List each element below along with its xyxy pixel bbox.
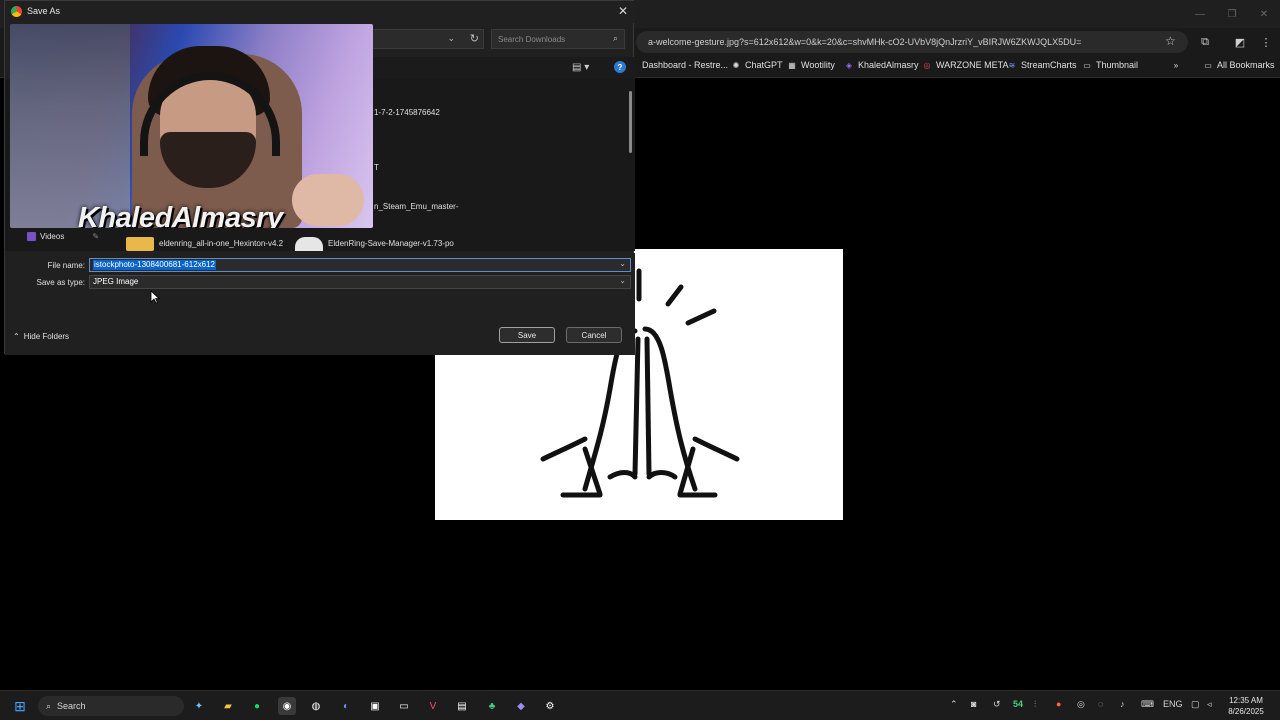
tray-app-icon[interactable]: ● xyxy=(1056,699,1061,709)
webcam-background xyxy=(10,24,130,228)
videos-icon xyxy=(27,232,36,241)
discord-icon[interactable]: ◐ xyxy=(337,697,355,715)
chrome-taskbar-icon[interactable]: ◉ xyxy=(278,697,296,715)
keyboard-icon[interactable]: ⌨ xyxy=(1141,699,1154,710)
valorant-icon[interactable]: V xyxy=(424,697,442,715)
bookmark-wootility[interactable]: ▦ Wootility xyxy=(787,60,835,70)
window-controls: — ❐ ✕ xyxy=(1184,0,1280,28)
copilot-icon[interactable]: ✦ xyxy=(190,697,208,715)
dialog-close-icon[interactable]: ✕ xyxy=(615,3,631,19)
mouse-cursor-icon xyxy=(150,290,160,304)
tray-overflow-chevron-icon[interactable]: ⌃ xyxy=(950,699,958,710)
chevron-down-icon[interactable]: ⌄ xyxy=(447,33,455,44)
tray-number[interactable]: 54 xyxy=(1013,699,1023,709)
chevron-down-icon[interactable]: ⌄ xyxy=(619,276,626,285)
bookmark-khaledalmasry[interactable]: ◈ KhaledAlmasry xyxy=(844,60,919,70)
chatgpt-icon: ✺ xyxy=(732,60,740,70)
app-icon[interactable]: ▣ xyxy=(366,697,384,715)
list-item[interactable]: n_Steam_Emu_master- xyxy=(374,202,458,211)
chevron-down-icon[interactable]: ⌄ xyxy=(619,259,626,268)
taskbar-search[interactable]: ⌕ Search xyxy=(38,696,184,716)
time: 12:35 AM xyxy=(1229,696,1263,705)
volume-icon[interactable]: ◃ xyxy=(1207,699,1212,710)
warzone-icon: ◎ xyxy=(923,60,931,70)
all-bookmarks[interactable]: ▭ All Bookmarks xyxy=(1203,60,1274,70)
minimize-icon[interactable]: — xyxy=(1184,0,1216,28)
hide-folders-button[interactable]: ⌃ Hide Folders xyxy=(13,332,69,341)
help-icon[interactable]: ? xyxy=(614,61,626,73)
bookmark-streamcharts[interactable]: ≋ StreamCharts xyxy=(1007,60,1077,70)
list-item[interactable]: 1-7-2-1745876642 xyxy=(374,108,440,117)
microphone-icon[interactable]: ♪ xyxy=(1120,699,1125,709)
refresh-icon[interactable]: ↻ xyxy=(470,32,479,45)
list-item[interactable]: eldenring_all-in-one_Hexinton-v4.2 xyxy=(159,239,283,248)
discord-tray-icon[interactable]: ◙ xyxy=(971,699,976,709)
profile-extension-icon[interactable]: ◩ xyxy=(1232,34,1248,50)
file-name-label: File name: xyxy=(47,261,85,270)
tray-app-icon[interactable]: ◎ xyxy=(1077,699,1085,710)
menu-icon[interactable]: ⋮ xyxy=(1258,34,1274,50)
nav-item-videos[interactable]: Videos ✎ xyxy=(27,232,99,241)
address-path-bar[interactable]: ⌄ ↻ xyxy=(370,29,484,49)
game-launcher-icon[interactable]: ♣ xyxy=(483,697,501,715)
search-icon[interactable]: ⌕ xyxy=(613,33,618,44)
bookmark-dashboard[interactable]: ▮Dashboard - Restre... xyxy=(628,60,728,70)
clock[interactable]: 12:35 AM 8/26/2025 xyxy=(1218,695,1274,717)
file-name-input[interactable]: istockphoto-1308400681-612x612 xyxy=(93,260,216,270)
close-icon[interactable]: ✕ xyxy=(1248,0,1280,28)
folder-icon: ▭ xyxy=(1204,60,1212,70)
windows-start-icon[interactable]: ⊞ xyxy=(11,697,29,715)
streamer-hand xyxy=(292,174,364,226)
search-input[interactable] xyxy=(498,33,608,46)
twitch-icon: ◈ xyxy=(845,60,853,70)
chevron-up-icon: ⌃ xyxy=(13,332,20,341)
folder-icon: ▭ xyxy=(1083,60,1091,70)
list-item[interactable]: T xyxy=(374,163,379,172)
file-thumbnail-icon xyxy=(295,237,323,251)
bookmark-chatgpt[interactable]: ✺ ChatGPT xyxy=(731,60,783,70)
save-button[interactable]: Save xyxy=(499,327,555,343)
language-indicator[interactable]: ENG xyxy=(1163,699,1183,709)
folder-icon xyxy=(126,237,154,251)
bookmark-star-icon[interactable]: ☆ xyxy=(1165,34,1176,48)
search-icon: ⌕ xyxy=(46,700,52,711)
tray-app-icon[interactable]: ⫶ xyxy=(1034,699,1036,710)
dialog-titlebar: Save As ✕ xyxy=(5,1,635,23)
file-list-scrollbar[interactable] xyxy=(629,91,632,153)
maximize-icon[interactable]: ❐ xyxy=(1216,0,1248,28)
save-type-select[interactable]: JPEG Image ⌄ xyxy=(89,275,631,289)
taskbar: ⊞ ⌕ Search ✦ ▰ ● ◉ ◍ ◐ ▣ ▭ V ▤ ♣ ◆ ⚙ ⌃ ◙… xyxy=(0,690,1280,720)
chrome-icon xyxy=(11,6,22,17)
address-bar[interactable]: a-welcome-gesture.jpg?s=612x612&w=0&k=20… xyxy=(636,31,1188,53)
network-icon[interactable]: ▢ xyxy=(1191,699,1200,710)
settings-gear-icon[interactable]: ⚙ xyxy=(541,697,559,715)
file-explorer-icon[interactable]: ▰ xyxy=(219,697,237,715)
streamcharts-icon: ≋ xyxy=(1008,60,1016,70)
save-type-value: JPEG Image xyxy=(93,277,139,286)
dialog-search-box[interactable]: ⌕ xyxy=(491,29,625,49)
obs-icon[interactable]: ◍ xyxy=(307,697,325,715)
terminal-icon[interactable]: ▭ xyxy=(395,697,413,715)
bookmark-thumbnail[interactable]: ▭ Thumbnail xyxy=(1082,60,1138,70)
dialog-title: Save As xyxy=(27,6,61,16)
controller-icon[interactable]: ◆ xyxy=(512,697,530,715)
dialog-toolbar: ▤ ▾ ? xyxy=(370,57,635,79)
file-name-field[interactable]: istockphoto-1308400681-612x612 ⌄ xyxy=(89,258,631,272)
webcam-overlay: KhaledAlmasry xyxy=(10,24,373,228)
view-options-icon[interactable]: ▤ ▾ xyxy=(572,62,589,73)
bookmarks-overflow-chevron-icon[interactable]: » xyxy=(1171,60,1181,70)
wootility-icon: ▦ xyxy=(788,60,796,70)
tray-app-icon[interactable]: ↺ xyxy=(993,699,1001,710)
extensions-icon[interactable]: ⧉ xyxy=(1197,34,1213,50)
tray-app-icon[interactable]: ◌ xyxy=(1098,699,1103,709)
bookmark-warzone-meta[interactable]: ◎ WARZONE META xyxy=(922,60,1009,70)
list-item[interactable]: EldenRing-Save-Manager-v1.73-po xyxy=(328,239,454,248)
streamer-watermark: KhaledAlmasry xyxy=(78,202,283,228)
spotify-icon[interactable]: ● xyxy=(248,697,266,715)
date: 8/26/2025 xyxy=(1228,707,1264,716)
save-type-label: Save as type: xyxy=(36,278,85,287)
pin-icon: ✎ xyxy=(92,232,100,241)
cancel-button[interactable]: Cancel xyxy=(566,327,622,343)
call-of-duty-icon[interactable]: ▤ xyxy=(453,697,471,715)
